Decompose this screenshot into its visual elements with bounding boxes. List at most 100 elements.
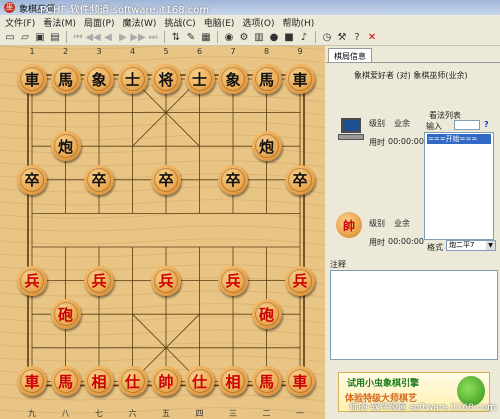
help-icon[interactable]: ? xyxy=(350,30,364,44)
column-label: 7 xyxy=(230,47,236,56)
sound-icon[interactable]: ♪ xyxy=(297,30,311,44)
piece-label: 仕 xyxy=(124,372,140,391)
red-piece[interactable]: 兵 xyxy=(151,265,181,296)
edit-icon[interactable]: ✎ xyxy=(184,30,198,44)
notes-box[interactable] xyxy=(330,270,498,360)
players-vs: 象棋爱好者 (对) 象棋巫师(业余) xyxy=(354,71,468,80)
watermark-top: PCHF 软件频道 software.it168.com xyxy=(40,5,210,16)
column-label: 三 xyxy=(229,409,237,418)
red-piece[interactable]: 仕 xyxy=(184,366,215,397)
black-piece[interactable]: 象 xyxy=(218,64,248,94)
black-piece[interactable]: 炮 xyxy=(50,131,81,162)
red-piece[interactable]: 兵 xyxy=(84,265,114,296)
red-piece[interactable]: 仕 xyxy=(117,366,148,397)
menu-item-2[interactable]: 局面(P) xyxy=(82,16,116,29)
app-window: 巫 象棋巫师 PCHF 软件频道 software.it168.com 文件(F… xyxy=(0,0,500,419)
format-select[interactable]: 炮二平7 ▼ xyxy=(446,240,496,251)
red-piece[interactable]: 兵 xyxy=(285,265,315,296)
black-piece[interactable]: 士 xyxy=(117,64,148,94)
clock-icon[interactable]: ◷ xyxy=(320,30,334,44)
black-piece[interactable]: 卒 xyxy=(218,164,248,195)
chevron-down-icon[interactable]: ▼ xyxy=(486,241,495,250)
piece-label: 相 xyxy=(225,372,241,391)
piece-label: 士 xyxy=(124,70,140,89)
red-piece[interactable]: 砲 xyxy=(251,299,282,330)
menu-item-0[interactable]: 文件(F) xyxy=(3,16,37,29)
print-icon[interactable]: ▤ xyxy=(48,30,62,44)
column-label: 二 xyxy=(262,409,271,418)
black-piece[interactable]: 卒 xyxy=(84,164,114,195)
chess-board[interactable]: 123456789 九八七六五四三二一 車馬象士将士象馬車炮炮卒卒卒卒卒兵兵兵兵… xyxy=(0,46,325,419)
board-grid xyxy=(0,46,325,415)
red-piece[interactable]: 砲 xyxy=(50,299,81,330)
column-label: 3 xyxy=(96,47,102,56)
app-icon: 巫 xyxy=(4,2,15,13)
help-icon[interactable]: ? xyxy=(484,120,489,129)
menu-item-3[interactable]: 魔法(W) xyxy=(120,16,158,29)
black-piece[interactable]: 車 xyxy=(285,64,315,94)
black-piece[interactable]: 卒 xyxy=(285,164,315,195)
menu-item-7[interactable]: 帮助(H) xyxy=(281,16,317,29)
piece-label: 炮 xyxy=(57,137,73,156)
bottom-time: 00:00:00 xyxy=(388,237,424,246)
piece-label: 馬 xyxy=(258,70,274,89)
save-icon[interactable]: ▣ xyxy=(33,30,47,44)
black-piece[interactable]: 卒 xyxy=(17,164,47,195)
column-numbers-top: 1 2 3 4 5 6 7 8 9 xyxy=(0,46,325,58)
engine-icon[interactable]: ◉ xyxy=(222,30,236,44)
open-icon[interactable]: ▱ xyxy=(18,30,32,44)
piece-label: 車 xyxy=(24,70,40,89)
new-icon[interactable]: ▭ xyxy=(3,30,17,44)
settings-icon[interactable]: ⚒ xyxy=(335,30,349,44)
column-label: 4 xyxy=(129,47,136,56)
black-piece[interactable]: 士 xyxy=(184,64,215,94)
first-icon[interactable]: ⏮ xyxy=(71,30,85,44)
column-label: 2 xyxy=(62,47,69,56)
next-icon[interactable]: ▶▶ xyxy=(130,30,145,44)
column-label: 四 xyxy=(195,409,204,418)
notes-label: 注释 xyxy=(330,260,346,269)
stop-icon[interactable]: ■ xyxy=(282,30,296,44)
top-time-label: 用时 xyxy=(369,138,385,147)
tab-game-info[interactable]: 棋局信息 xyxy=(328,48,372,63)
red-piece[interactable]: 兵 xyxy=(218,265,248,296)
red-piece[interactable]: 兵 xyxy=(17,265,47,296)
piece-icon[interactable]: ● xyxy=(267,30,281,44)
black-piece[interactable]: 炮 xyxy=(251,131,282,162)
column-label: 8 xyxy=(263,47,270,56)
piece-label: 馬 xyxy=(57,70,73,89)
menu-item-4[interactable]: 挑战(C) xyxy=(162,16,197,29)
bottom-level-label: 级别 xyxy=(369,219,385,228)
prev-icon[interactable]: ◀◀ xyxy=(85,30,100,44)
black-piece[interactable]: 卒 xyxy=(151,164,181,195)
next-step-icon[interactable]: ▶ xyxy=(116,30,130,44)
menu-item-6[interactable]: 选项(O) xyxy=(240,16,276,29)
board-icon[interactable]: ▥ xyxy=(252,30,266,44)
black-piece[interactable]: 馬 xyxy=(251,64,282,94)
black-piece[interactable]: 将 xyxy=(151,64,181,94)
column-label: 一 xyxy=(296,409,304,418)
piece-label: 兵 xyxy=(24,272,40,291)
piece-label: 馬 xyxy=(57,372,73,391)
flip-icon[interactable]: ⇅ xyxy=(169,30,183,44)
moves-first-item[interactable]: ===开始=== xyxy=(427,134,491,144)
menu-item-5[interactable]: 电脑(E) xyxy=(202,16,237,29)
black-piece[interactable]: 馬 xyxy=(50,64,81,94)
moves-list[interactable]: ===开始=== xyxy=(424,132,494,240)
piece-label: 車 xyxy=(292,70,308,89)
black-piece[interactable]: 車 xyxy=(17,64,47,94)
column-numbers-bottom: 九八七六五四三二一 xyxy=(0,407,325,419)
red-piece[interactable]: 馬 xyxy=(251,366,282,397)
close-icon[interactable]: ✕ xyxy=(365,30,379,44)
computer-icon[interactable]: ▦ xyxy=(199,30,213,44)
piece-label: 卒 xyxy=(225,171,241,190)
prev-step-icon[interactable]: ◀ xyxy=(101,30,115,44)
menu-item-1[interactable]: 看法(M) xyxy=(41,16,78,29)
red-piece[interactable]: 馬 xyxy=(50,366,81,397)
column-label: 八 xyxy=(61,409,70,418)
move-input[interactable] xyxy=(454,120,480,130)
last-icon[interactable]: ⏭ xyxy=(146,30,160,44)
black-piece[interactable]: 象 xyxy=(84,64,114,94)
analyze-icon[interactable]: ⚙ xyxy=(237,30,251,44)
format-value: 炮二平7 xyxy=(449,241,475,249)
